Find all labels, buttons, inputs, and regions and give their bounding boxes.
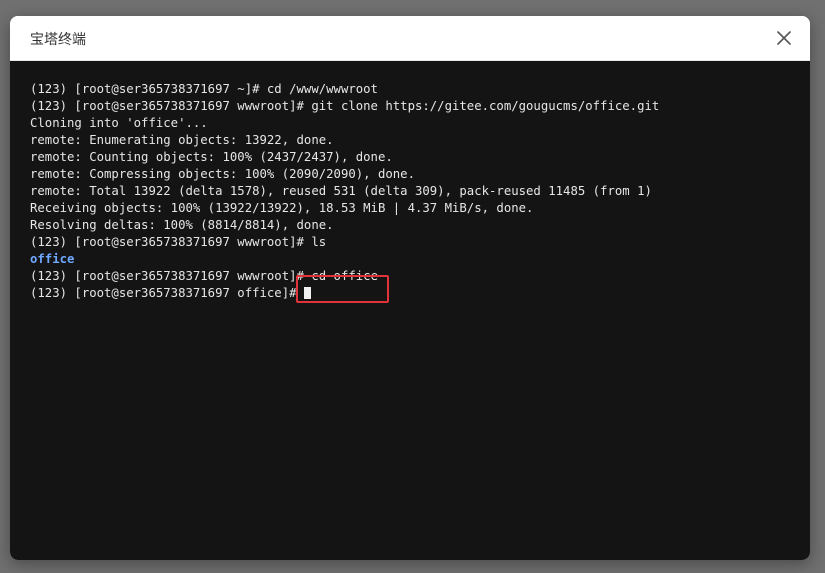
- terminal-line: Cloning into 'office'...: [30, 116, 208, 130]
- terminal-line: (123) [root@ser365738371697 wwwroot]# gi…: [30, 99, 660, 113]
- terminal-line: (123) [root@ser365738371697 ~]# cd /www/…: [30, 82, 378, 96]
- dialog-title: 宝塔终端: [30, 32, 86, 48]
- cd-command-line: (123) [root@ser365738371697 wwwroot]# cd…: [30, 268, 790, 285]
- terminal-line: remote: Total 13922 (delta 1578), reused…: [30, 184, 652, 198]
- dialog-header: 宝塔终端: [10, 16, 810, 61]
- terminal-line: (123) [root@ser365738371697 wwwroot]# ls: [30, 235, 327, 249]
- directory-entry: office: [30, 252, 75, 266]
- terminal-line: Resolving deltas: 100% (8814/8814), done…: [30, 218, 334, 232]
- terminal-output[interactable]: (123) [root@ser365738371697 ~]# cd /www/…: [10, 61, 810, 560]
- text-cursor: [303, 287, 311, 299]
- ls-output-line: office: [30, 251, 790, 268]
- close-icon[interactable]: [774, 28, 794, 48]
- terminal-line: Receiving objects: 100% (13922/13922), 1…: [30, 201, 534, 215]
- current-prompt: (123) [root@ser365738371697 office]#: [30, 286, 304, 300]
- terminal-line: remote: Enumerating objects: 13922, done…: [30, 133, 334, 147]
- terminal-dialog: 宝塔终端 (123) [root@ser365738371697 ~]# cd …: [10, 16, 810, 560]
- terminal-line: remote: Counting objects: 100% (2437/243…: [30, 150, 393, 164]
- cd-prompt: (123) [root@ser365738371697 wwwroot]#: [30, 269, 304, 283]
- cd-command: cd office: [303, 269, 378, 283]
- current-prompt-line: (123) [root@ser365738371697 office]#: [30, 285, 790, 302]
- terminal-line: remote: Compressing objects: 100% (2090/…: [30, 167, 415, 181]
